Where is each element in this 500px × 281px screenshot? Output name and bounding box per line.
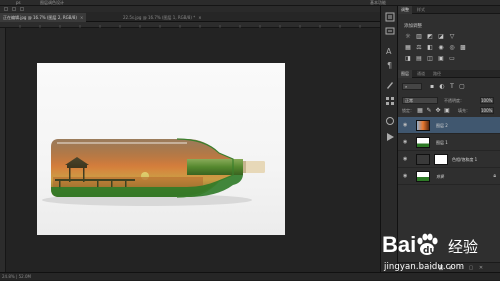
levels-icon[interactable]: ▥ [415, 33, 423, 40]
paragraph-icon[interactable]: ¶ [385, 60, 395, 70]
character-icon[interactable]: A [385, 46, 395, 56]
filter-pixel-icon[interactable]: ▪ [428, 83, 436, 90]
adjustments-panel-tabs: 调整 样式 [398, 6, 500, 14]
filter-type-icon[interactable]: T [448, 83, 456, 90]
new-layer-icon[interactable]: ▢ [468, 265, 474, 271]
properties-icon[interactable] [385, 26, 395, 36]
layer-thumbnail [416, 137, 430, 148]
tab-styles[interactable]: 样式 [414, 6, 428, 14]
tab-paths[interactable]: 路径 [430, 70, 444, 78]
watermark-brand-suffix: 经验 [448, 238, 479, 256]
status-bar: 24.8% | 52.0M [0, 272, 500, 280]
clone-source-icon[interactable] [385, 116, 395, 126]
layer-thumbnail [416, 171, 430, 182]
lock-label: 锁定： [402, 108, 414, 113]
visibility-eye-icon[interactable]: ◉ [403, 122, 409, 128]
gradient-map-icon[interactable]: ▭ [448, 55, 456, 62]
option-icon[interactable] [20, 7, 24, 11]
exposure-icon[interactable]: ◪ [437, 33, 445, 40]
adjustments-row-3: ◨ ▤ ◫ ▣ ▭ [404, 55, 496, 62]
opacity-label: 不透明度： [444, 98, 464, 103]
lock-pixels-icon[interactable]: ✎ [425, 107, 433, 114]
selective-color-icon[interactable]: ▣ [437, 55, 445, 62]
opacity-input[interactable]: 100% [480, 97, 494, 104]
document-tab-bar: 正在编辑.jpg @ 16.7% (图层 2, RGB/8) × 22.5s.jp… [0, 12, 380, 22]
layer-mask-thumbnail[interactable] [434, 154, 448, 165]
tab-document[interactable]: 22.5s.jpg @ 16.7% (图层 1, RGB/8) * × [120, 13, 205, 22]
visibility-eye-icon[interactable]: ◉ [403, 156, 409, 162]
lock-position-icon[interactable]: ✥ [434, 107, 442, 114]
layer-row[interactable]: ◉ 色相/饱和度 1 [398, 151, 500, 168]
invert-icon[interactable]: ◨ [404, 55, 412, 62]
bottle-neck [187, 159, 243, 175]
layer-name[interactable]: 图层 2 [436, 117, 448, 134]
swatches-icon[interactable] [385, 96, 395, 106]
layer-row[interactable]: ◉ 背景 🔒︎ [398, 168, 500, 185]
brush-icon[interactable] [385, 80, 395, 90]
lock-transparent-icon[interactable]: ▦ [416, 107, 424, 114]
tool-preset-icon[interactable] [4, 7, 8, 11]
layer-filter-row: ⌕ ▪ ◐ T ▢ [402, 83, 496, 91]
tab-channels[interactable]: 通道 [414, 70, 428, 78]
adjustment-layer-icon [416, 154, 430, 165]
filter-adjustment-icon[interactable]: ◐ [438, 83, 446, 90]
vibrance-icon[interactable]: ▽ [448, 33, 456, 40]
tab-label: 正在编辑.jpg @ 16.7% (图层 2, RGB/8) [3, 15, 77, 20]
color-lookup-icon[interactable]: ▩ [459, 44, 467, 51]
layer-filter-kind[interactable]: ⌕ [402, 83, 422, 90]
layer-name[interactable]: 图层 1 [436, 134, 448, 151]
layer-row[interactable]: ◉ 图层 2 [398, 117, 500, 134]
visibility-eye-icon[interactable]: ◉ [403, 173, 409, 179]
close-icon[interactable]: × [80, 15, 83, 20]
lock-icon: 🔒︎ [493, 173, 496, 179]
close-icon[interactable]: × [198, 15, 201, 20]
tab-active-document[interactable]: 正在编辑.jpg @ 16.7% (图层 2, RGB/8) × [0, 13, 87, 22]
actions-icon[interactable] [385, 132, 395, 142]
svg-text:¶: ¶ [387, 61, 392, 70]
delete-layer-icon[interactable]: ✕ [478, 265, 484, 271]
black-white-icon[interactable]: ◧ [426, 44, 434, 51]
hue-saturation-icon[interactable]: ▦ [404, 44, 412, 51]
paw-logo-icon: du [417, 233, 438, 256]
lock-all-icon[interactable]: ▣ [443, 107, 451, 114]
bottle-cork [243, 161, 265, 173]
history-icon[interactable] [385, 12, 395, 22]
photo-filter-icon[interactable]: ◉ [437, 44, 445, 51]
option-icon[interactable] [12, 7, 16, 11]
blend-mode-select[interactable]: 正常 [402, 97, 438, 104]
color-balance-icon[interactable]: ⚖ [415, 44, 423, 51]
watermark-url: jingyan.baidu.com [384, 262, 465, 272]
cork-edge [243, 161, 246, 173]
adjustments-row-1: ☼ ▥ ◩ ◪ ▽ [404, 33, 496, 40]
curves-icon[interactable]: ◩ [426, 33, 434, 40]
lock-row: 锁定： ▦ ✎ ✥ ▣ 填充： 100% [402, 107, 496, 115]
layer-row[interactable]: ◉ 图层 1 [398, 134, 500, 151]
adjustments-title: 添加调整 [404, 24, 422, 29]
watermark-brand: Bai [382, 232, 417, 257]
tab-label: 22.5s.jpg @ 16.7% (图层 1, RGB/8) * [123, 15, 196, 20]
svg-text:du: du [423, 246, 436, 256]
channel-mixer-icon[interactable]: ◎ [448, 44, 456, 51]
layer-name[interactable]: 背景 [436, 168, 444, 185]
layers-panel-tabs: 图层 通道 路径 [398, 70, 500, 78]
visibility-eye-icon[interactable]: ◉ [403, 139, 409, 145]
threshold-icon[interactable]: ◫ [426, 55, 434, 62]
svg-text:A: A [386, 47, 392, 56]
layer-thumbnail [416, 120, 430, 131]
posterize-icon[interactable]: ▤ [415, 55, 423, 62]
tab-adjustments[interactable]: 调整 [398, 6, 412, 14]
fill-label: 填充： [458, 108, 470, 113]
tab-layers[interactable]: 图层 [398, 70, 412, 78]
fill-input[interactable]: 100% [480, 107, 494, 114]
filter-shape-icon[interactable]: ▢ [458, 83, 466, 90]
document-image[interactable] [37, 63, 285, 235]
blend-row: 正常 不透明度： 100% [402, 97, 496, 105]
adjustments-row-2: ▦ ⚖ ◧ ◉ ◎ ▩ [404, 44, 496, 51]
layer-name[interactable]: 色相/饱和度 1 [452, 151, 477, 168]
brightness-icon[interactable]: ☼ [404, 33, 412, 40]
bottle-illustration [42, 138, 265, 206]
